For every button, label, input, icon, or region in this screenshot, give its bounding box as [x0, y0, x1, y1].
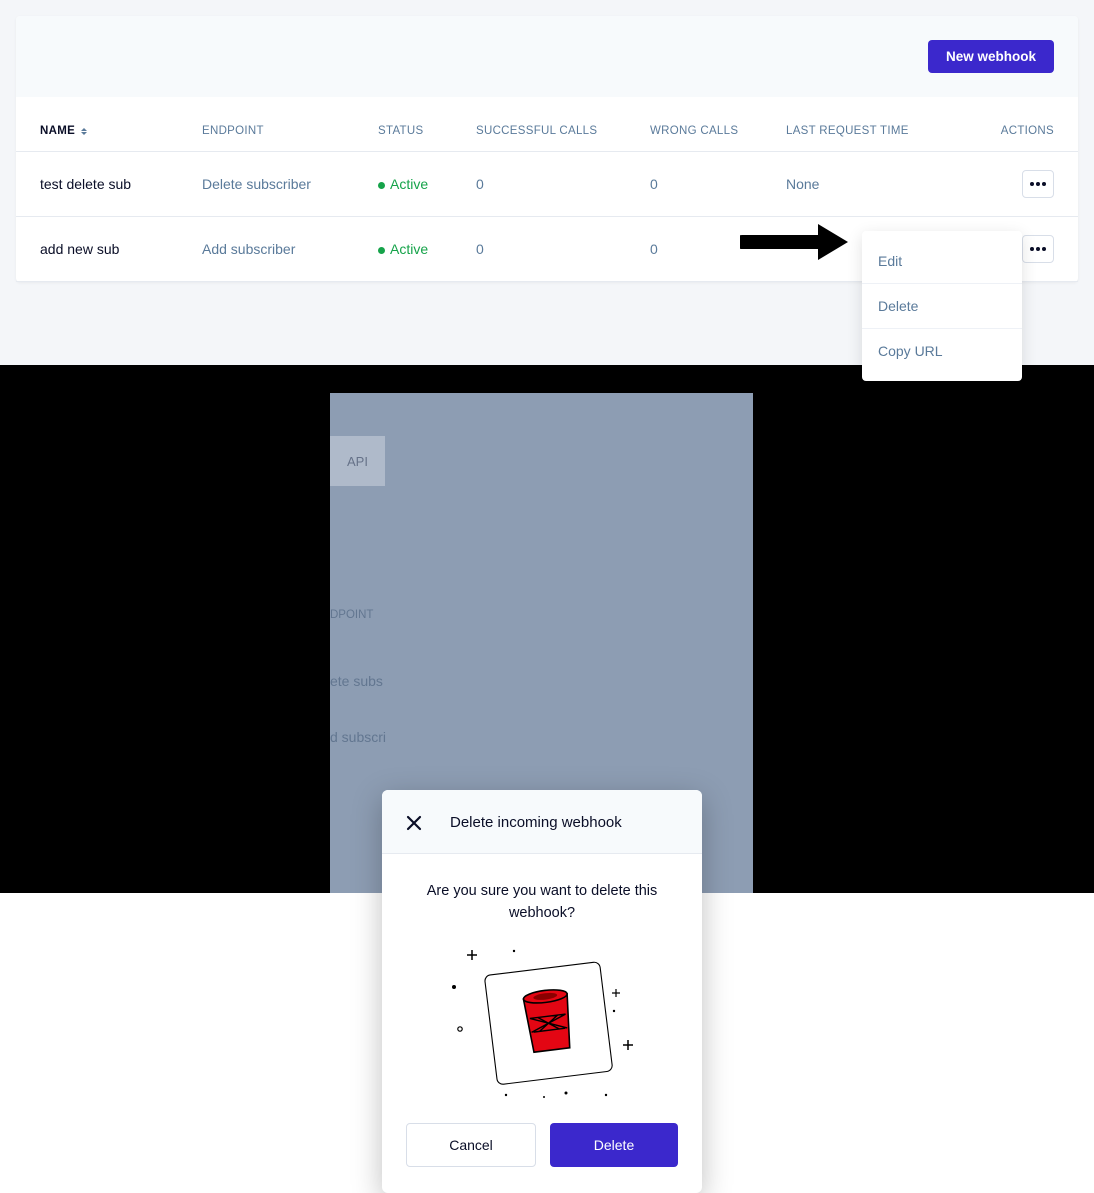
sort-icon [81, 128, 87, 135]
status-dot-icon [378, 247, 385, 254]
column-header-endpoint[interactable]: ENDPOINT [202, 125, 378, 137]
modal-title: Delete incoming webhook [450, 814, 622, 831]
delete-webhook-modal: Delete incoming webhook Are you sure you… [382, 790, 702, 1193]
dropdown-item-delete[interactable]: Delete [862, 284, 1022, 329]
new-webhook-button[interactable]: New webhook [928, 40, 1054, 73]
panel-header: New webhook [16, 16, 1078, 97]
close-icon [406, 815, 422, 831]
status-text: Active [390, 176, 428, 192]
column-header-name-text: NAME [40, 125, 75, 137]
dropdown-item-edit[interactable]: Edit [862, 239, 1022, 284]
background-row-text: ete subs [330, 673, 383, 689]
annotation-arrow-icon [740, 220, 850, 269]
row-actions-button[interactable] [1022, 170, 1054, 198]
table-row: add new sub Add subscriber Active 0 0 Ed… [16, 217, 1078, 282]
cell-endpoint: Delete subscriber [202, 176, 378, 192]
delete-button[interactable]: Delete [550, 1123, 678, 1167]
column-header-time[interactable]: LAST REQUEST TIME [786, 125, 976, 137]
status-dot-icon [378, 182, 385, 189]
column-header-wrong[interactable]: WRONG CALLS [650, 125, 786, 137]
status-text: Active [390, 241, 428, 257]
cell-status: Active [378, 176, 476, 192]
background-row-text: d subscri [330, 729, 386, 745]
modal-close-button[interactable] [406, 815, 422, 831]
cell-actions [976, 170, 1054, 198]
background-tab-api: API [330, 436, 385, 486]
cell-status: Active [378, 241, 476, 257]
row-actions-button[interactable] [1022, 235, 1054, 263]
webhook-panel: New webhook NAME ENDPOINT STATUS SUCCESS… [16, 16, 1078, 282]
cell-success: 0 [476, 176, 650, 192]
top-section: New webhook NAME ENDPOINT STATUS SUCCESS… [0, 0, 1094, 365]
cell-name: add new sub [40, 241, 202, 257]
table-row: test delete sub Delete subscriber Active… [16, 152, 1078, 217]
cell-wrong: 0 [650, 176, 786, 192]
modal-body: Are you sure you want to delete this web… [382, 854, 702, 1123]
cancel-button[interactable]: Cancel [406, 1123, 536, 1167]
webhook-table: NAME ENDPOINT STATUS SUCCESSFUL CALLS WR… [16, 97, 1078, 282]
row-actions-dropdown: Edit Delete Copy URL [862, 231, 1022, 381]
modal-header: Delete incoming webhook [382, 790, 702, 854]
cell-time: None [786, 176, 976, 192]
modal-footer: Cancel Delete [382, 1123, 702, 1193]
cell-name: test delete sub [40, 176, 202, 192]
background-column-endpoint: DPOINT [330, 609, 373, 621]
column-header-success[interactable]: SUCCESSFUL CALLS [476, 125, 650, 137]
cell-endpoint: Add subscriber [202, 241, 378, 257]
modal-text: Are you sure you want to delete this web… [406, 880, 678, 925]
trash-illustration [442, 939, 642, 1099]
column-header-name[interactable]: NAME [40, 125, 202, 137]
more-icon [1030, 247, 1046, 251]
bottom-section: API DPOINT ete subs d subscri Delete inc… [0, 365, 1094, 893]
table-header-row: NAME ENDPOINT STATUS SUCCESSFUL CALLS WR… [16, 97, 1078, 152]
cell-success: 0 [476, 241, 650, 257]
more-icon [1030, 182, 1046, 186]
column-header-actions: ACTIONS [976, 125, 1054, 137]
dropdown-item-copy-url[interactable]: Copy URL [862, 329, 1022, 373]
column-header-status[interactable]: STATUS [378, 125, 476, 137]
